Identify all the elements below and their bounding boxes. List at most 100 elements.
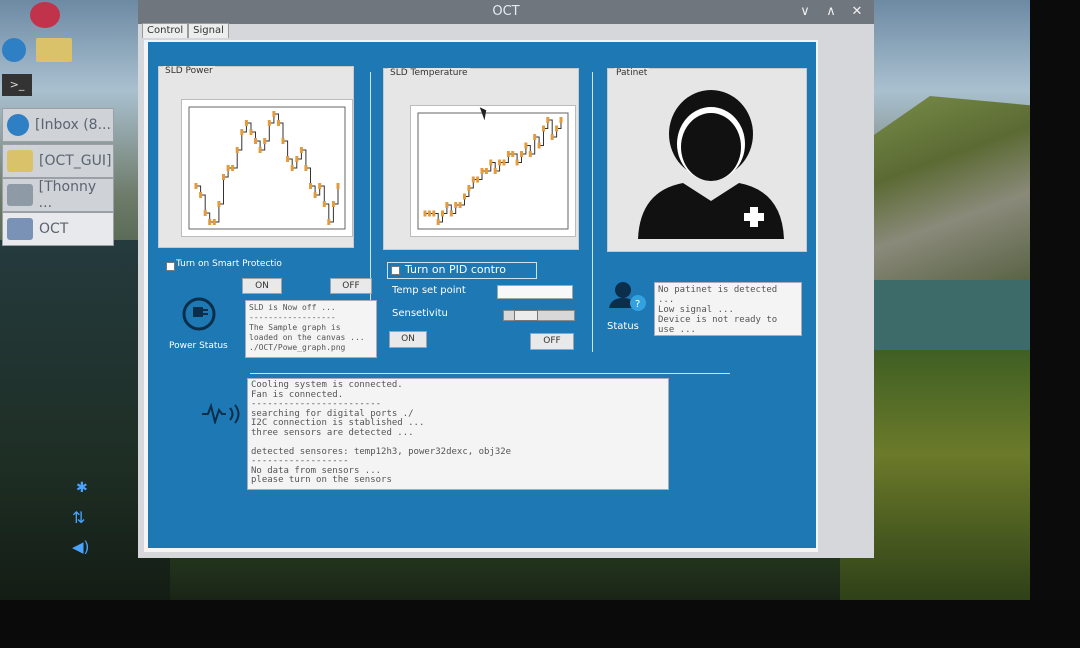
data-point xyxy=(449,210,453,217)
data-point xyxy=(436,219,440,225)
data-point xyxy=(309,183,312,189)
data-point xyxy=(318,183,322,189)
minimize-icon[interactable]: ∨ xyxy=(796,3,814,21)
data-point xyxy=(235,147,239,153)
log-line: loaded on the canvas ... xyxy=(249,333,365,342)
system-log: Cooling system is connected. Fan is conn… xyxy=(247,378,669,490)
power-on-button[interactable]: ON xyxy=(242,278,282,294)
log-line: three sensors are detected ... xyxy=(251,427,414,438)
window-titlebar[interactable]: OCT xyxy=(138,0,874,24)
taskbar-item-oct[interactable]: OCT xyxy=(2,212,114,246)
network-icon[interactable]: ⇅ xyxy=(72,508,85,527)
taskbar-item-thonny[interactable]: [Thonny ... xyxy=(2,178,114,212)
close-icon[interactable]: ✕ xyxy=(848,3,866,21)
data-point xyxy=(445,202,449,208)
data-point xyxy=(550,134,554,140)
browser-launch-icon[interactable] xyxy=(2,38,26,62)
patient-status-label: Status xyxy=(607,321,639,332)
terminal-icon[interactable]: >_ xyxy=(2,74,32,96)
data-point xyxy=(203,210,207,216)
data-point xyxy=(217,201,221,207)
taskbar-item-inbox[interactable]: [Inbox (8... xyxy=(2,108,114,142)
data-point xyxy=(489,159,493,166)
series-line xyxy=(425,119,562,223)
log-line: SLD is Now off ... xyxy=(249,303,336,312)
pid-label: Turn on PID contro xyxy=(405,263,506,276)
data-point xyxy=(476,176,480,183)
taskbar-label: [Inbox (8... xyxy=(35,117,111,133)
data-point xyxy=(331,201,335,207)
data-point xyxy=(511,151,515,157)
temp-set-point-input[interactable] xyxy=(497,285,573,299)
data-point xyxy=(423,210,427,217)
taskbar-label: [OCT_GUI] xyxy=(39,153,112,169)
window-title: OCT xyxy=(492,4,520,19)
data-point xyxy=(226,165,230,171)
data-point xyxy=(559,117,563,123)
data-point xyxy=(520,151,523,157)
tab-signal[interactable]: Signal xyxy=(188,23,229,38)
data-point xyxy=(467,185,471,191)
data-point xyxy=(493,168,497,174)
bluetooth-icon[interactable]: ✱ xyxy=(76,480,88,496)
data-point xyxy=(327,219,331,225)
data-point xyxy=(463,193,466,200)
sensitivity-slider-thumb[interactable] xyxy=(514,310,538,321)
data-point xyxy=(222,174,225,180)
taskbar-item-oct-gui[interactable]: [OCT_GUI] xyxy=(2,144,114,178)
data-point xyxy=(254,138,257,144)
data-point xyxy=(295,156,299,162)
window-icon xyxy=(7,218,33,240)
log-line: The Sample graph is xyxy=(249,323,341,332)
data-point xyxy=(212,219,216,225)
volume-icon[interactable]: ◀) xyxy=(72,538,89,556)
group-label: SLD Temperature xyxy=(388,68,470,78)
temp-set-point-label: Temp set point xyxy=(392,285,466,296)
data-point xyxy=(458,202,462,208)
data-point xyxy=(484,168,488,174)
maximize-icon[interactable]: ∧ xyxy=(822,3,840,21)
chromium-icon xyxy=(7,114,29,136)
data-point xyxy=(515,159,519,166)
data-point xyxy=(555,125,559,132)
series-line xyxy=(196,113,339,223)
data-point xyxy=(304,165,308,171)
data-point xyxy=(313,192,317,198)
pid-checkbox[interactable] xyxy=(391,266,400,275)
raspberry-menu-icon[interactable] xyxy=(30,2,60,28)
data-point xyxy=(546,117,550,123)
data-point xyxy=(502,159,506,166)
temp-off-button[interactable]: OFF xyxy=(530,333,574,350)
log-line: Device is not ready to use ... xyxy=(658,315,778,335)
data-point xyxy=(258,147,262,153)
patient-log: No patinet is detected ... Low signal ..… xyxy=(654,282,802,336)
log-line: ./OCT/Powe_graph.png xyxy=(249,343,346,352)
data-point xyxy=(528,151,532,157)
sensitivity-slider[interactable] xyxy=(503,310,575,321)
data-point xyxy=(286,156,290,162)
monitor-bezel-right xyxy=(1030,0,1080,648)
data-point xyxy=(277,120,280,126)
temperature-plot-area xyxy=(410,105,576,237)
column-separator xyxy=(592,72,593,352)
temperature-chart xyxy=(417,112,569,230)
tab-bar: Control Signal xyxy=(142,23,229,38)
row-separator xyxy=(250,373,730,374)
group-label: SLD Power xyxy=(163,66,215,76)
temp-on-button[interactable]: ON xyxy=(389,331,427,348)
data-point xyxy=(249,129,253,135)
file-manager-icon[interactable] xyxy=(36,38,72,62)
data-point xyxy=(441,210,444,217)
power-off-button[interactable]: OFF xyxy=(330,278,372,294)
data-point xyxy=(199,192,203,198)
sld-temperature-group: SLD Temperature xyxy=(383,68,579,250)
tab-control[interactable]: Control xyxy=(142,23,189,38)
data-point xyxy=(272,111,276,117)
power-plug-icon xyxy=(182,297,216,331)
data-point xyxy=(281,138,285,144)
smart-protection-checkbox[interactable] xyxy=(166,262,175,271)
data-point xyxy=(290,165,294,171)
power-status-label: Power Status xyxy=(169,341,228,351)
power-chart xyxy=(188,106,346,230)
taskbar-label: [Thonny ... xyxy=(38,179,97,211)
